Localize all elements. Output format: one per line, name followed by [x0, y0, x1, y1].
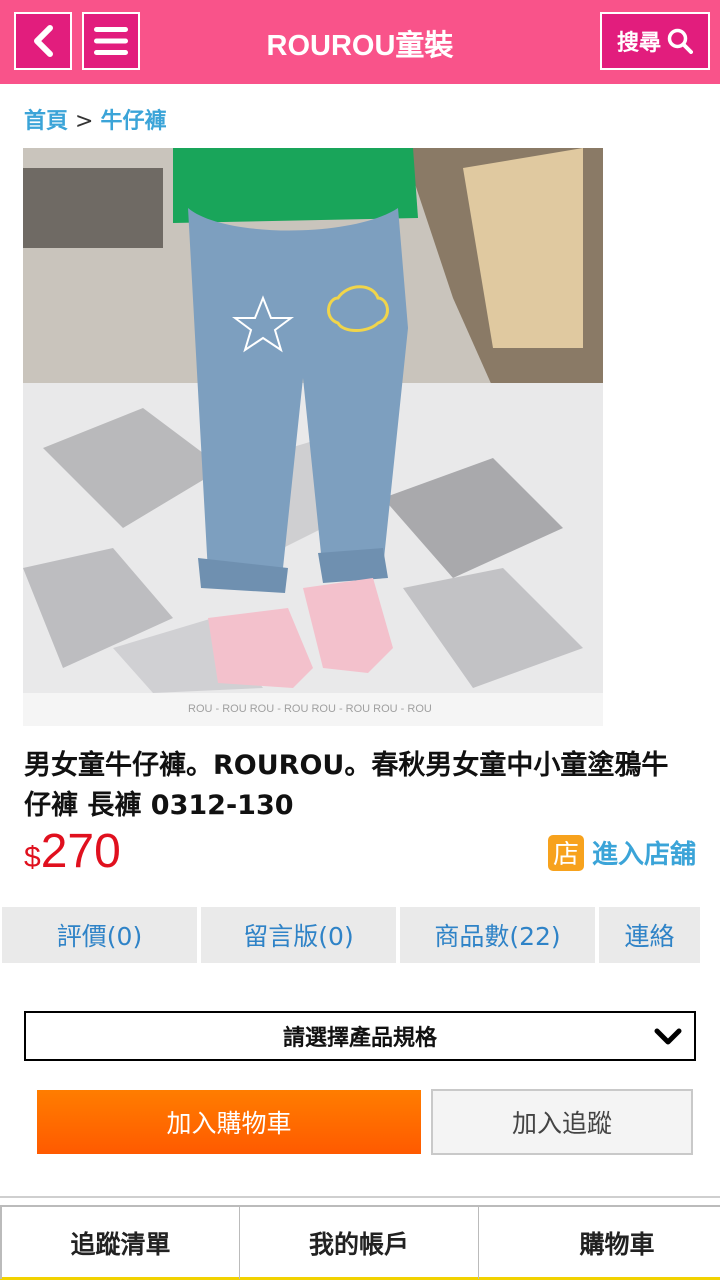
photo-watermark: ROU - ROU ROU - ROU ROU - ROU ROU - ROU [188, 703, 432, 715]
breadcrumb: 首頁 > 牛仔褲 [24, 103, 166, 135]
breadcrumb-separator: > [75, 109, 94, 134]
bottom-nav: 追蹤清單 我的帳戶 購物車 [0, 1205, 720, 1280]
search-label: 搜尋 [616, 31, 661, 56]
product-price: $270 [24, 824, 121, 879]
bottom-nav-my-account[interactable]: 我的帳戶 [240, 1207, 479, 1279]
product-title: 男女童牛仔褲。ROUROU。春秋男女童中小童塗鴉牛仔褲 長褲 0312-130 [24, 750, 669, 821]
enter-store-label: 進入店舖 [591, 840, 696, 870]
price-amount: 270 [40, 825, 121, 878]
spec-select[interactable]: 請選擇產品規格 [24, 1011, 696, 1061]
enter-store-link[interactable]: 店 進入店舖 [547, 834, 696, 871]
bottom-nav-cart[interactable]: 購物車 [479, 1207, 720, 1279]
breadcrumb-category-link[interactable]: 牛仔褲 [100, 109, 166, 134]
tab-message-board[interactable]: 留言版(0) [201, 907, 396, 963]
store-icon: 店 [547, 834, 584, 871]
product-photo[interactable]: ROU - ROU ROU - ROU ROU - ROU ROU - ROU [23, 148, 603, 726]
chevron-down-icon [654, 1028, 682, 1045]
tab-product-count[interactable]: 商品數(22) [400, 907, 595, 963]
bottom-nav-tracking-list[interactable]: 追蹤清單 [0, 1207, 240, 1279]
spec-select-value: 請選擇產品規格 [282, 1026, 437, 1051]
top-header: ROUROU童裝 搜尋 [0, 0, 720, 84]
product-photo-illustration: ROU - ROU ROU - ROU ROU - ROU ROU - ROU [23, 148, 603, 726]
tab-contact[interactable]: 連絡 [599, 907, 700, 963]
add-to-track-button[interactable]: 加入追蹤 [431, 1089, 693, 1155]
product-tabs: 評價(0) 留言版(0) 商品數(22) 連絡 [0, 907, 720, 963]
breadcrumb-home-link[interactable]: 首頁 [24, 109, 68, 134]
add-to-cart-button[interactable]: 加入購物車 [37, 1090, 421, 1154]
price-currency: $ [24, 841, 41, 874]
tab-reviews[interactable]: 評價(0) [2, 907, 197, 963]
search-button[interactable]: 搜尋 [600, 12, 710, 70]
magnifier-icon [667, 28, 693, 54]
section-divider [0, 1196, 720, 1198]
